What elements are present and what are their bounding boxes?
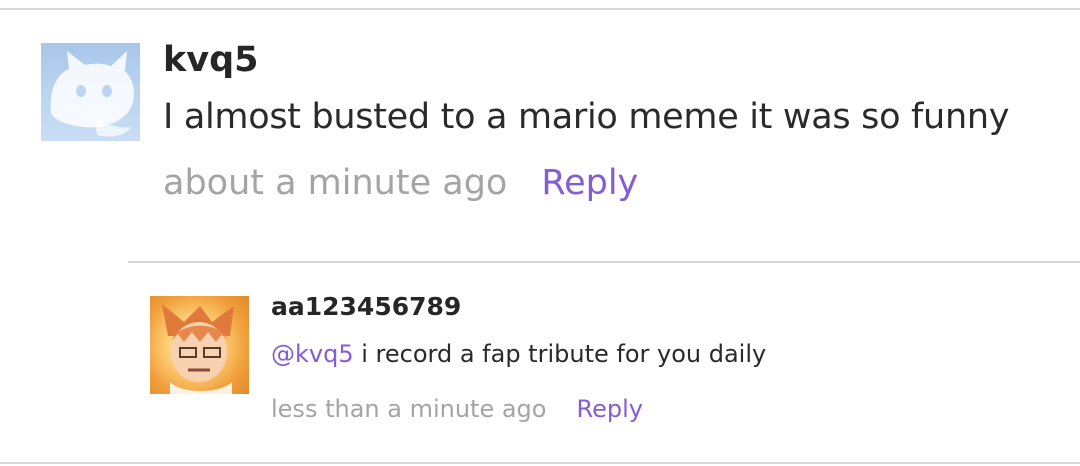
comment-text: I almost busted to a mario meme it was s… bbox=[163, 97, 1010, 137]
anime-character-avatar bbox=[162, 304, 234, 394]
reply-mention-link[interactable]: @kvq5 bbox=[271, 340, 354, 368]
reply-meta: less than a minute ago Reply bbox=[271, 393, 643, 425]
comment-timestamp: about a minute ago bbox=[163, 163, 508, 203]
comment-reply-button[interactable]: Reply bbox=[541, 160, 638, 206]
reply-timestamp: less than a minute ago bbox=[271, 395, 547, 423]
reply-username[interactable]: aa123456789 bbox=[271, 291, 461, 323]
comment-username[interactable]: kvq5 bbox=[163, 38, 259, 82]
cat-avatar-icon bbox=[50, 51, 134, 137]
divider-top bbox=[0, 8, 1080, 10]
comment-avatar[interactable] bbox=[41, 43, 140, 141]
reply-message: i record a fap tribute for you daily bbox=[353, 340, 767, 368]
reply-text: @kvq5 i record a fap tribute for you dai… bbox=[271, 338, 766, 370]
divider-reply bbox=[128, 261, 1080, 263]
divider-bottom bbox=[0, 462, 1080, 464]
reply-avatar[interactable] bbox=[150, 296, 249, 394]
comment-meta: about a minute ago Reply bbox=[163, 160, 638, 206]
reply-reply-button[interactable]: Reply bbox=[576, 393, 642, 425]
